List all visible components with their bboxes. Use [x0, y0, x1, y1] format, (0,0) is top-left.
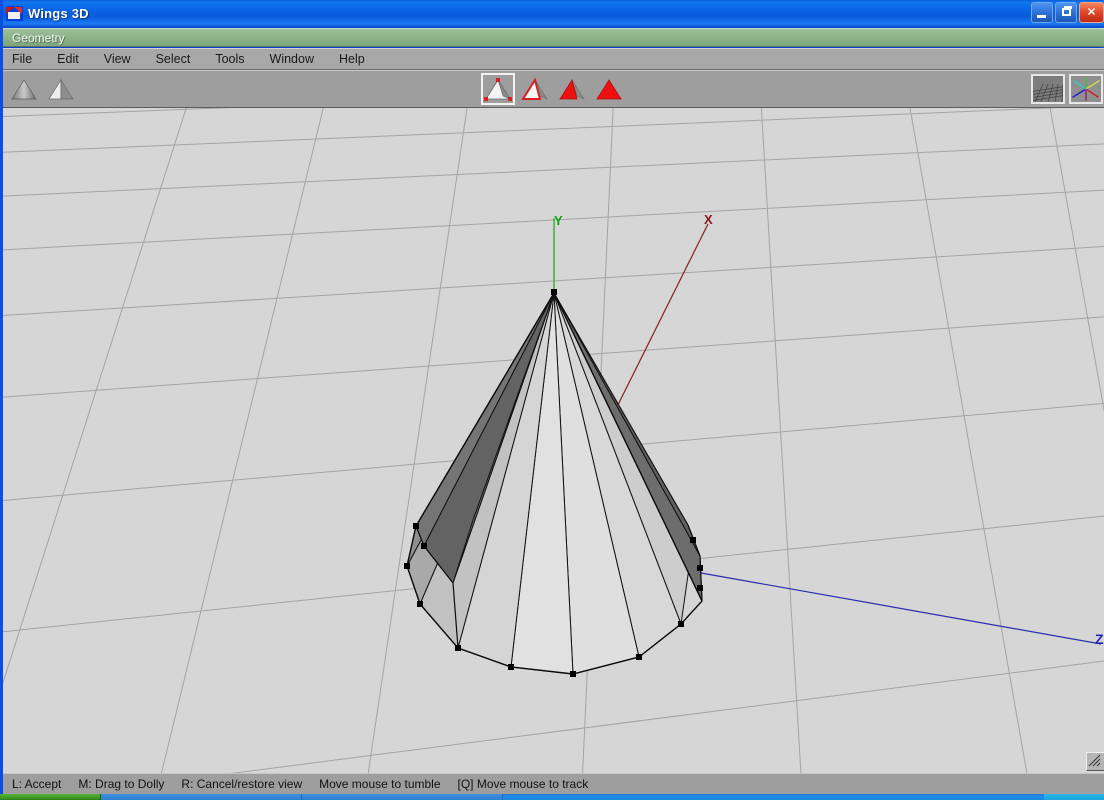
vertex-marker: [690, 537, 696, 543]
show-axes-icon[interactable]: [1069, 74, 1103, 104]
vertex-marker: [455, 645, 461, 651]
vertex-marker: [697, 585, 703, 591]
status-cancel: R: Cancel/restore view: [181, 777, 302, 791]
menu-window[interactable]: Window: [270, 51, 327, 67]
toolbar-shading-group: [7, 73, 78, 105]
window-title: Wings 3D: [28, 6, 89, 21]
smooth-preview-icon[interactable]: [7, 73, 41, 105]
geometry-window-title: Geometry: [3, 31, 65, 45]
menu-edit[interactable]: Edit: [57, 51, 92, 67]
taskbar-item[interactable]: [101, 794, 302, 800]
x-axis-label: X: [704, 212, 713, 227]
vertex-mode-icon[interactable]: [481, 73, 515, 105]
vertex-marker: [570, 671, 576, 677]
application-window: Wings 3D ✕ Geometry File Edit Vie: [0, 0, 1104, 794]
restore-icon: [1062, 8, 1071, 16]
geometry-window-titlebar[interactable]: Geometry: [3, 28, 1104, 47]
flat-shading-icon[interactable]: [44, 73, 78, 105]
menu-select[interactable]: Select: [156, 51, 204, 67]
vertex-marker: [413, 523, 419, 529]
wings-logo-icon: [6, 6, 23, 21]
taskbar-item[interactable]: [302, 794, 503, 800]
minimize-icon: [1037, 15, 1046, 18]
face-mode-icon[interactable]: [555, 73, 589, 105]
close-button[interactable]: ✕: [1079, 2, 1104, 23]
selection-mode-group: [481, 73, 626, 105]
vertex-marker: [697, 565, 703, 571]
y-axis-label: Y: [554, 213, 563, 228]
menu-file[interactable]: File: [12, 51, 45, 67]
status-tumble: Move mouse to tumble: [319, 777, 440, 791]
window-titlebar: Wings 3D ✕: [3, 0, 1104, 27]
vertex-marker: [421, 543, 427, 549]
viewport-resize-grip[interactable]: [1086, 752, 1104, 771]
vertex-marker: [551, 289, 557, 295]
window-controls: ✕: [1031, 2, 1104, 23]
menu-tools[interactable]: Tools: [215, 51, 257, 67]
os-taskbar: [0, 794, 1104, 800]
toolbar-view-group: [1031, 74, 1103, 104]
vertex-marker: [678, 621, 684, 627]
system-tray[interactable]: [1044, 794, 1104, 800]
z-axis-label: Z: [1095, 631, 1104, 647]
close-icon: ✕: [1087, 7, 1096, 18]
status-accept: L: Accept: [12, 777, 61, 791]
edge-mode-icon[interactable]: [518, 73, 552, 105]
menu-help[interactable]: Help: [339, 51, 378, 67]
body-mode-icon[interactable]: [592, 73, 626, 105]
start-button[interactable]: [0, 794, 101, 800]
toolbar: [3, 70, 1104, 108]
screen: Wings 3D ✕ Geometry File Edit Vie: [0, 0, 1104, 800]
status-dolly: M: Drag to Dolly: [78, 777, 164, 791]
statusbar: L: Accept M: Drag to Dolly R: Cancel/res…: [3, 773, 1104, 794]
3d-viewport[interactable]: X Y Z: [3, 108, 1104, 773]
show-grid-icon[interactable]: [1031, 74, 1065, 104]
vertex-marker: [404, 563, 410, 569]
restore-button[interactable]: [1055, 2, 1077, 23]
status-track: [Q] Move mouse to track: [458, 777, 589, 791]
menu-view[interactable]: View: [104, 51, 144, 67]
vertex-marker: [417, 601, 423, 607]
viewport-canvas: X Y Z: [3, 108, 1104, 773]
vertex-marker: [636, 654, 642, 660]
menubar: File Edit View Select Tools Window Help: [3, 48, 1104, 70]
vertex-marker: [508, 664, 514, 670]
minimize-button[interactable]: [1031, 2, 1053, 23]
